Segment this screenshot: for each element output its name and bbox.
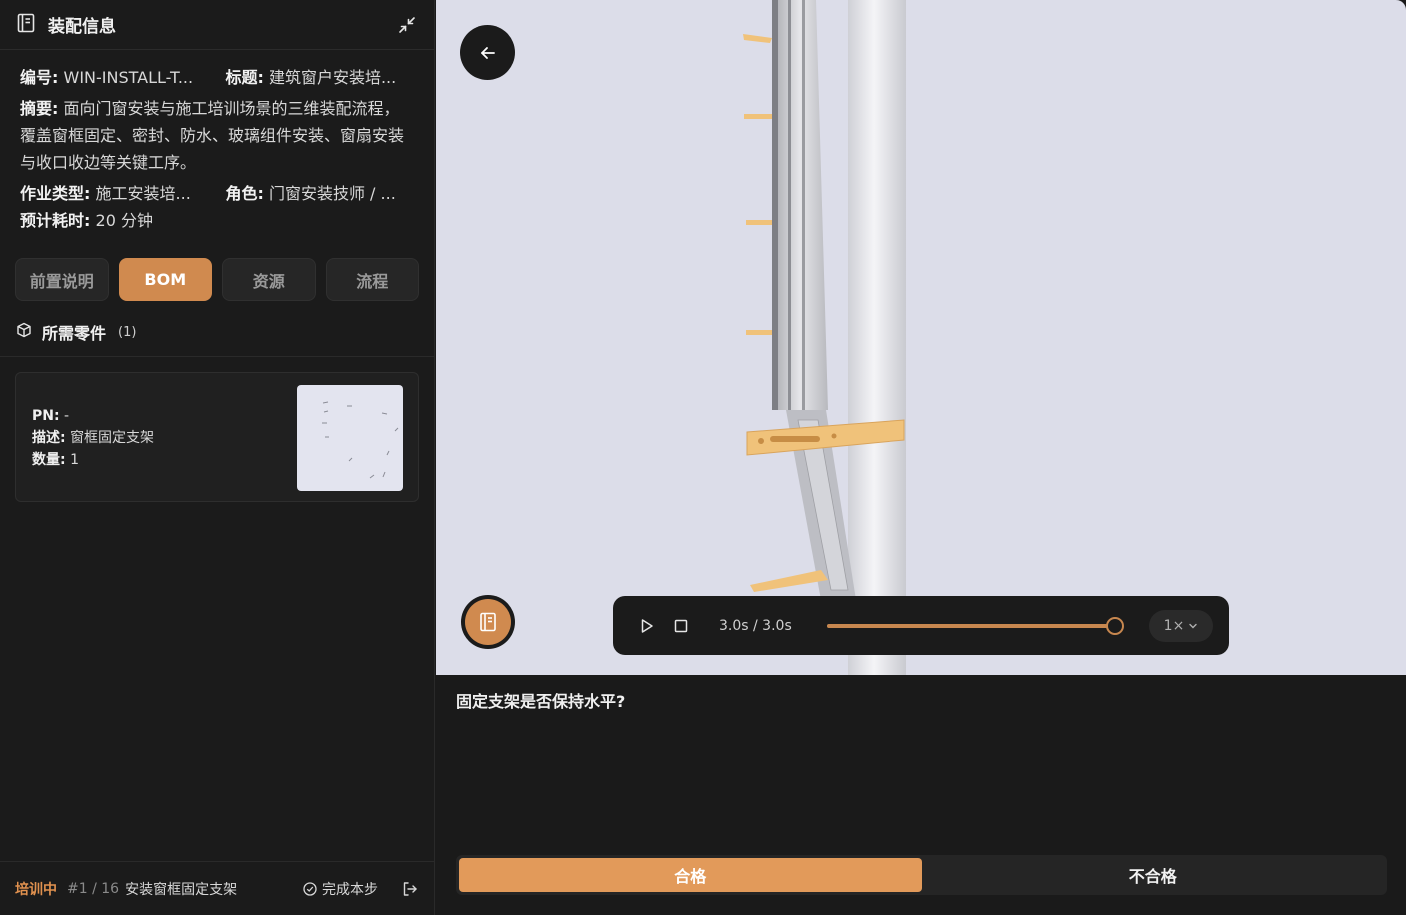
panel-footer: 培训中 #1 / 16 安装窗框固定支架 完成本步 (0, 861, 435, 915)
training-status: 培训中 (15, 881, 57, 898)
arrow-left-icon (480, 46, 495, 59)
progress-fill (827, 623, 1115, 628)
progress-track[interactable] (827, 616, 1124, 635)
playback-time: 3.0s / 3.0s (719, 617, 792, 634)
meta-id: 编号: WIN-INSTALL-T... (20, 68, 194, 87)
stop-icon[interactable] (669, 614, 693, 638)
meta-type: 作业类型: 施工安装培... (20, 184, 191, 203)
panel-title: 装配信息 (48, 17, 116, 37)
part-pn: PN: - (32, 408, 70, 424)
window-frame-model (743, 0, 906, 675)
assembly-meta: 编号: WIN-INSTALL-T... 标题: 建筑窗户安装培... 摘要: … (0, 50, 434, 234)
step-name: 安装窗框固定支架 (125, 881, 238, 898)
speed-select[interactable]: 1× (1149, 609, 1213, 642)
answer-options: 合格 不合格 (456, 855, 1387, 895)
manual-button[interactable] (461, 595, 515, 649)
pass-button[interactable]: 合格 (459, 858, 922, 892)
meta-title: 标题: 建筑窗户安装培... (225, 68, 397, 87)
part-description: 描述: 窗框固定支架 (32, 430, 155, 446)
3d-viewport[interactable]: 3.0s / 3.0s 1× (436, 0, 1406, 675)
book-icon (16, 13, 36, 37)
tab-resources[interactable]: 资源 (222, 258, 316, 301)
part-info: PN: - 描述: 窗框固定支架 数量: 1 (32, 405, 154, 471)
chevron-down-icon (1189, 623, 1198, 628)
tab-prerequisites[interactable]: 前置说明 (15, 258, 109, 301)
step-index: #1 / 16 (67, 880, 120, 897)
complete-step-button[interactable]: 完成本步 (303, 879, 378, 899)
part-card[interactable]: PN: - 描述: 窗框固定支架 数量: 1 (15, 372, 419, 502)
required-parts-count: (1) (118, 324, 137, 340)
back-button[interactable] (460, 25, 515, 80)
complete-step-label: 完成本步 (322, 881, 378, 898)
manual-button-inner (465, 599, 511, 645)
exit-icon[interactable] (402, 880, 420, 898)
part-quantity: 数量: 1 (32, 452, 79, 468)
cube-icon (16, 322, 32, 342)
panel-header: 装配信息 (0, 0, 434, 50)
inspection-question: 固定支架是否保持水平? (456, 692, 626, 711)
book-icon (480, 612, 496, 632)
meta-summary: 摘要: 面向门窗安装与施工培训场景的三维装配流程，覆盖窗框固定、密封、防水、玻璃… (20, 99, 405, 172)
panel-tabs: 前置说明 BOM 资源 流程 (15, 258, 419, 301)
check-circle-icon (303, 881, 317, 896)
tab-process[interactable]: 流程 (325, 258, 419, 301)
meta-time: 预计耗时: 20 分钟 (20, 211, 153, 230)
assembly-info-panel: 装配信息 编号: WIN-INSTALL-T... 标题: 建筑窗户安装培...… (0, 0, 435, 915)
required-parts-header: 所需零件 (1) (16, 320, 136, 344)
required-parts-label: 所需零件 (42, 324, 107, 343)
fail-button[interactable]: 不合格 (922, 858, 1385, 892)
progress-handle[interactable] (1106, 616, 1124, 635)
play-icon[interactable] (635, 614, 659, 638)
animation-player: 3.0s / 3.0s 1× (613, 596, 1229, 655)
divider (0, 356, 435, 357)
part-thumbnail (297, 385, 403, 491)
tab-bom[interactable]: BOM (118, 258, 212, 301)
meta-role: 角色: 门窗安装技师 / ... (225, 184, 396, 203)
speed-value: 1× (1163, 617, 1185, 634)
collapse-icon[interactable] (396, 14, 418, 36)
